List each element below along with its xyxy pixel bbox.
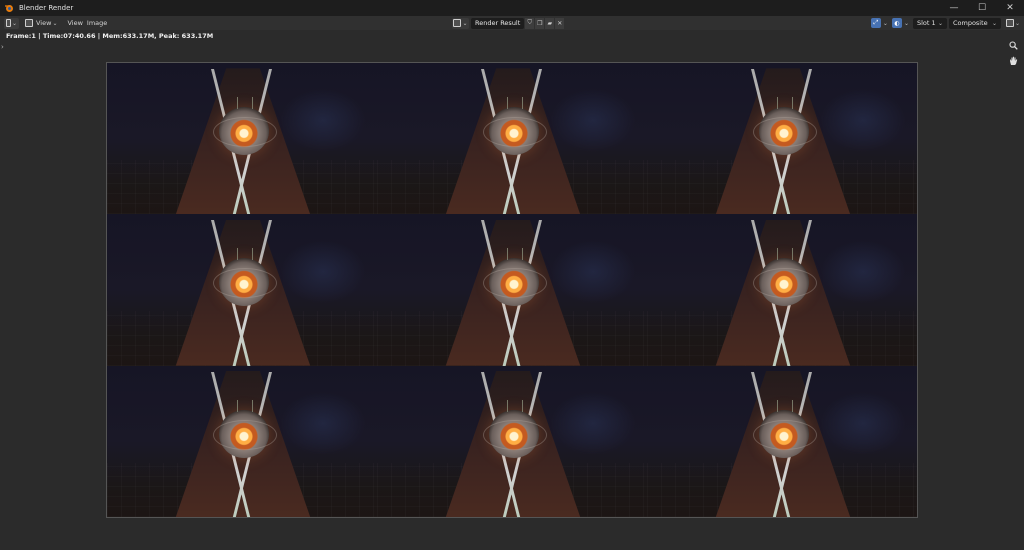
unlink-close-icon[interactable]: ✕ [555,17,565,29]
chevron-down-icon: ⌄ [11,19,17,27]
robot-core [753,399,817,458]
chevron-down-icon: ⌄ [52,19,58,27]
fake-user-shield-icon[interactable]: ⛉ [525,17,535,29]
browse-image-button[interactable]: ⌄ [452,17,469,29]
menu-image[interactable]: Image [85,18,109,29]
image-icon [453,19,462,27]
render-layer-label: Composite [952,18,988,27]
editor-type-dropdown[interactable]: ⌄ [4,17,19,29]
sidebar-expand-arrow-icon[interactable]: › [1,43,4,51]
close-button[interactable]: ✕ [996,0,1024,16]
title-bar: Blender Render — ☐ ✕ [0,0,1024,16]
robot-core [213,97,277,155]
chevron-down-icon[interactable]: ⌄ [904,20,909,27]
blender-logo-icon [4,3,14,13]
render-tile [107,63,377,215]
navigation-gizmo [1006,38,1020,70]
window-controls: — ☐ ✕ [940,0,1024,16]
minimize-button[interactable]: — [940,0,968,16]
image-editor-icon [6,19,11,27]
render-tile [647,365,917,517]
render-tile [107,365,377,517]
robot-core [753,97,817,155]
view-mode-dropdown[interactable]: View ⌄ [23,18,59,29]
slot-label: Slot 1 [916,18,936,27]
render-tile [647,63,917,215]
open-folder-icon[interactable]: ▰ [545,17,555,29]
render-tile [647,214,917,366]
image-editor-header: ⌄ View ⌄ View Image ⌄ Render Result ⛉ ❐ … [0,16,1024,30]
window-title: Blender Render [19,4,74,12]
menu-view[interactable]: View [65,18,84,29]
robot-core [483,399,547,458]
overlay-icon [1005,19,1014,27]
robot-core [753,248,817,307]
render-stats: Frame:1 | Time:07:40.66 | Mem:633.17M, P… [6,32,214,40]
header-right-controls: ⤢ ⌄ ◐ ⌄ Slot 1 ⌄ Composite ⌄ ⌄ [870,17,1022,29]
render-tile [377,214,647,366]
slot-dropdown[interactable]: Slot 1 ⌄ [912,17,947,29]
chevron-down-icon: ⌄ [462,19,468,27]
new-image-icon[interactable]: ❐ [535,17,545,29]
robot-core [483,97,547,155]
robot-core [213,399,277,458]
chevron-down-icon: ⌄ [1014,19,1020,27]
maximize-button[interactable]: ☐ [968,0,996,16]
render-tile [377,63,647,215]
chevron-down-icon: ⌄ [937,19,943,27]
view-mode-label: View [36,19,52,27]
sample-tool-icon[interactable]: ⤢ [870,18,881,28]
hand-icon[interactable] [1006,54,1020,68]
render-layer-dropdown[interactable]: Composite ⌄ [948,17,1001,29]
robot-core [483,248,547,307]
image-name-field[interactable]: Render Result [471,17,525,29]
render-result-image[interactable] [106,62,918,518]
chevron-down-icon: ⌄ [991,19,997,27]
overlay-dropdown[interactable]: ⌄ [1004,18,1022,29]
image-datablock-selector: ⌄ Render Result ⛉ ❐ ▰ ✕ [452,17,565,29]
render-tile [107,214,377,366]
chevron-down-icon[interactable]: ⌄ [883,20,888,27]
view-mode-icon [25,19,33,27]
robot-core [213,248,277,307]
zoom-icon[interactable] [1006,38,1020,52]
render-tile [377,365,647,517]
display-channels-icon[interactable]: ◐ [891,18,902,28]
